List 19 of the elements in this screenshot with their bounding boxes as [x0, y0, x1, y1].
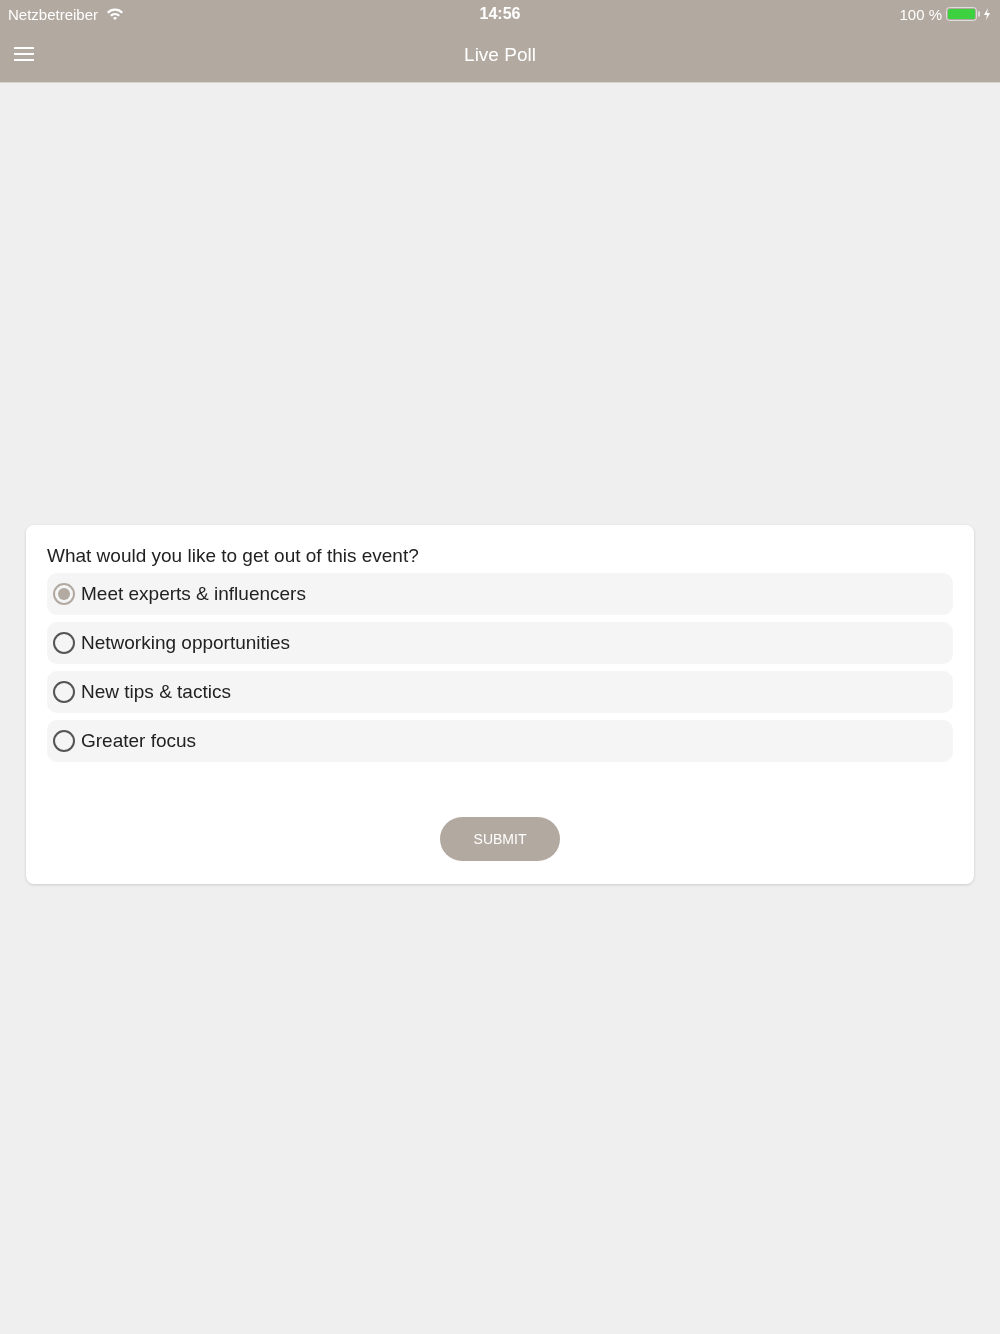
carrier-name: Netzbetreiber — [8, 5, 99, 23]
radio-button[interactable] — [53, 681, 75, 703]
radio-button[interactable] — [53, 583, 75, 605]
battery-percentage: 100 % — [899, 5, 942, 23]
poll-option[interactable]: Networking opportunities — [47, 622, 953, 664]
radio-button[interactable] — [53, 730, 75, 752]
status-time: 14:56 — [479, 5, 521, 23]
wifi-icon — [106, 7, 125, 21]
option-label: Meet experts & influencers — [81, 583, 306, 605]
option-label: New tips & tactics — [81, 681, 231, 703]
battery-charging-icon — [946, 7, 992, 21]
poll-option[interactable]: Meet experts & influencers — [47, 573, 953, 615]
poll-option[interactable]: Greater focus — [47, 720, 953, 762]
poll-question: What would you like to get out of this event? — [47, 545, 420, 567]
poll-option[interactable]: New tips & tactics — [47, 671, 953, 713]
nav-title: Live Poll — [464, 44, 536, 66]
radio-button[interactable] — [53, 632, 75, 654]
option-label: Greater focus — [81, 730, 197, 752]
option-label: Networking opportunities — [81, 632, 291, 654]
